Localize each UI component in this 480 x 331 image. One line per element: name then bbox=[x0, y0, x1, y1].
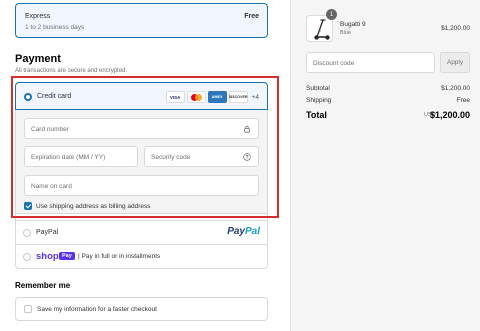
subtotal-label: Subtotal bbox=[306, 85, 330, 92]
shop-pay-radio[interactable] bbox=[23, 253, 31, 261]
shipping-method-name: Express bbox=[25, 13, 51, 20]
remember-me-checkbox[interactable] bbox=[24, 305, 32, 313]
total-value: $1,200.00 bbox=[429, 110, 470, 120]
quantity-badge: 1 bbox=[326, 9, 337, 20]
shipping-method-desc: 1 to 2 business days bbox=[25, 24, 85, 31]
shop-pay-desc: | Pay in full or in installments bbox=[78, 253, 161, 260]
discount-code-placeholder: Discount code bbox=[313, 60, 355, 67]
paypal-label: PayPal bbox=[36, 229, 59, 236]
subtotal-value: $1,200.00 bbox=[441, 85, 470, 92]
shipping-label: Shipping bbox=[306, 97, 332, 104]
shop-pay-logo: shop bbox=[36, 251, 59, 262]
product-price: $1,200.00 bbox=[441, 25, 470, 32]
payment-subtitle: All transactions are secure and encrypte… bbox=[15, 68, 128, 74]
apply-discount-button[interactable]: Apply bbox=[440, 52, 470, 73]
shipping-method-option[interactable]: Express 1 to 2 business days Free bbox=[15, 3, 268, 38]
discount-code-input[interactable]: Discount code bbox=[306, 52, 435, 73]
remember-me-option[interactable]: Save my information for a faster checkou… bbox=[15, 297, 268, 321]
product-name: Bugatti 9 bbox=[340, 21, 366, 28]
subtotal-row: Subtotal $1,200.00 bbox=[306, 85, 470, 92]
remember-me-heading: Remember me bbox=[15, 281, 71, 290]
shop-pay-option[interactable]: shop Pay | Pay in full or in installment… bbox=[15, 244, 268, 269]
product-variant: Blue bbox=[340, 30, 352, 36]
shipping-row: Shipping Free bbox=[306, 97, 470, 104]
shop-pay-badge: Pay bbox=[59, 252, 75, 260]
shipping-value: Free bbox=[456, 97, 470, 104]
order-summary-panel bbox=[290, 0, 480, 331]
total-label: Total bbox=[306, 110, 327, 120]
shipping-method-price: Free bbox=[244, 13, 259, 20]
highlight-frame bbox=[11, 76, 279, 218]
remember-me-label: Save my information for a faster checkou… bbox=[37, 306, 157, 313]
paypal-option[interactable]: PayPal PayPal bbox=[15, 220, 268, 244]
paypal-radio[interactable] bbox=[23, 229, 31, 237]
paypal-logo: PayPal bbox=[227, 226, 260, 237]
payment-heading: Payment bbox=[15, 53, 61, 65]
scooter-icon bbox=[314, 19, 330, 40]
